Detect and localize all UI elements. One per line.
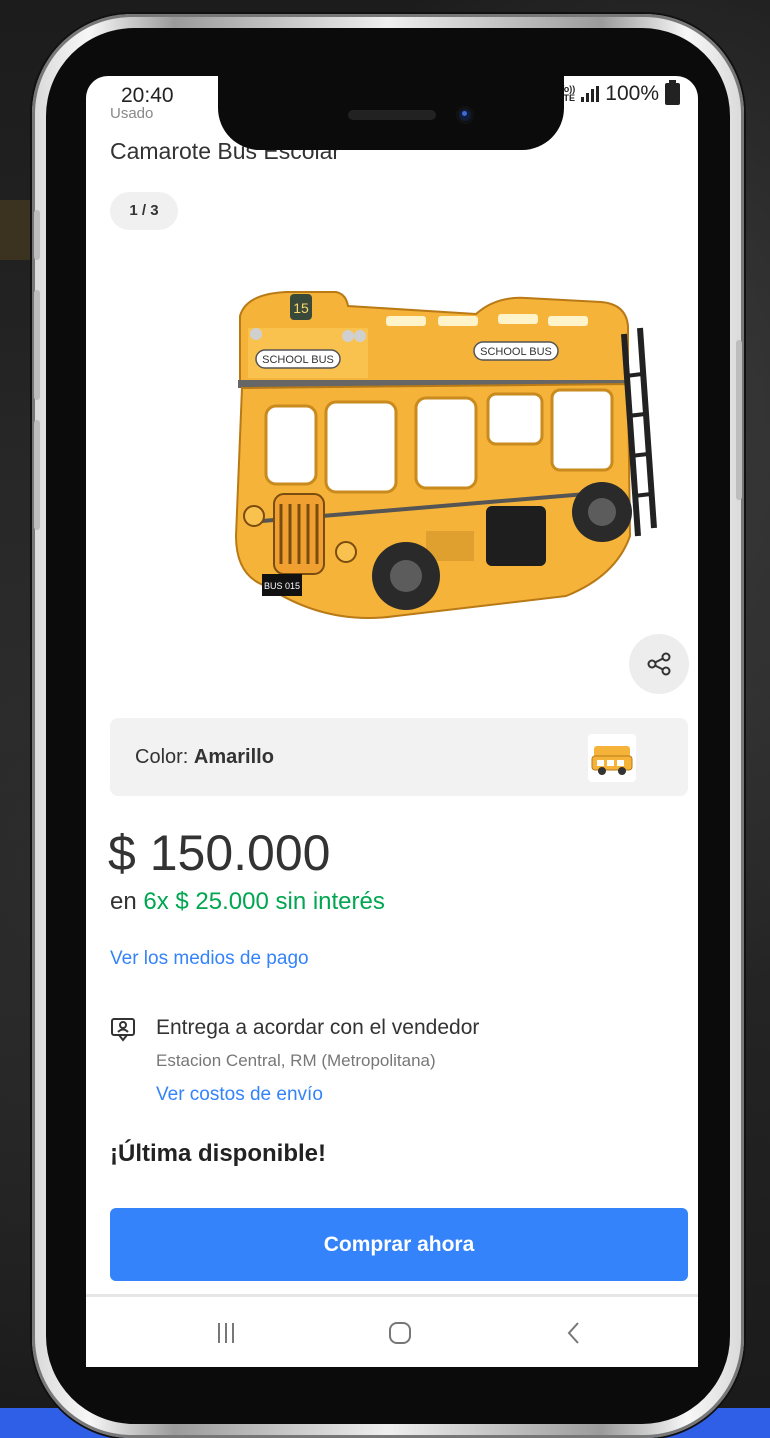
product-condition: Usado xyxy=(110,106,154,118)
stock-status: ¡Última disponible! xyxy=(110,1140,326,1167)
bus-label-side: SCHOOL BUS xyxy=(480,346,552,358)
nav-home-icon xyxy=(389,1322,411,1344)
battery-icon xyxy=(665,80,680,105)
product-image[interactable]: 15 SCHOOL BUS SCHOOL BUS BUS 015 xyxy=(226,276,666,646)
nav-recents-button[interactable] xyxy=(206,1315,246,1351)
share-button[interactable] xyxy=(629,634,689,694)
installments-amount: 6x $ 25.000 sin interés xyxy=(143,888,385,915)
phone-side-button xyxy=(34,210,40,260)
delivery-location: Estacion Central, RM (Metropolitana) xyxy=(156,1051,436,1070)
speaker-grille xyxy=(348,110,436,120)
bus-number: 15 xyxy=(293,300,309,316)
phone-volume-down xyxy=(34,420,40,530)
front-camera xyxy=(456,106,474,124)
color-label-row: Color: Amarillo xyxy=(135,746,274,769)
nav-home-button[interactable] xyxy=(380,1315,420,1351)
status-time: 20:40 xyxy=(121,84,174,107)
product-price: $ 150.000 xyxy=(108,825,331,881)
nav-back-button[interactable] xyxy=(554,1315,594,1351)
payment-methods-link[interactable]: Ver los medios de pago xyxy=(110,948,309,970)
color-selector[interactable]: Color: Amarillo xyxy=(110,718,688,796)
signal-icon xyxy=(581,86,600,102)
installments-prefix: en xyxy=(110,888,144,915)
nav-back-icon xyxy=(567,1322,579,1344)
delivery-icon xyxy=(111,1018,135,1042)
image-counter: 1 / 3 xyxy=(110,192,178,230)
bus-plate: BUS 015 xyxy=(264,581,300,591)
color-thumbnail[interactable] xyxy=(588,734,636,782)
nav-recents-icon xyxy=(218,1323,234,1343)
color-label: Color: xyxy=(135,746,189,768)
phone-power-button xyxy=(736,340,742,500)
phone-volume-up xyxy=(34,290,40,400)
installments-info: en 6x $ 25.000 sin interés xyxy=(110,888,385,916)
shipping-costs-link[interactable]: Ver costos de envío xyxy=(156,1084,323,1106)
delivery-title: Entrega a acordar con el vendedor xyxy=(156,1016,480,1039)
status-indicators: Vo)) LTE 100% xyxy=(558,80,680,106)
system-nav-bar xyxy=(86,1294,698,1367)
battery-percent: 100% xyxy=(605,82,659,105)
camera-notch xyxy=(218,76,564,150)
buy-now-button[interactable]: Comprar ahora xyxy=(110,1208,688,1281)
app-screen: 20:40 Vo)) LTE 100% Usado Camarote Bus Es… xyxy=(86,76,698,1367)
bus-label-front: SCHOOL BUS xyxy=(262,354,334,366)
color-value: Amarillo xyxy=(193,746,274,768)
share-icon xyxy=(647,652,671,676)
